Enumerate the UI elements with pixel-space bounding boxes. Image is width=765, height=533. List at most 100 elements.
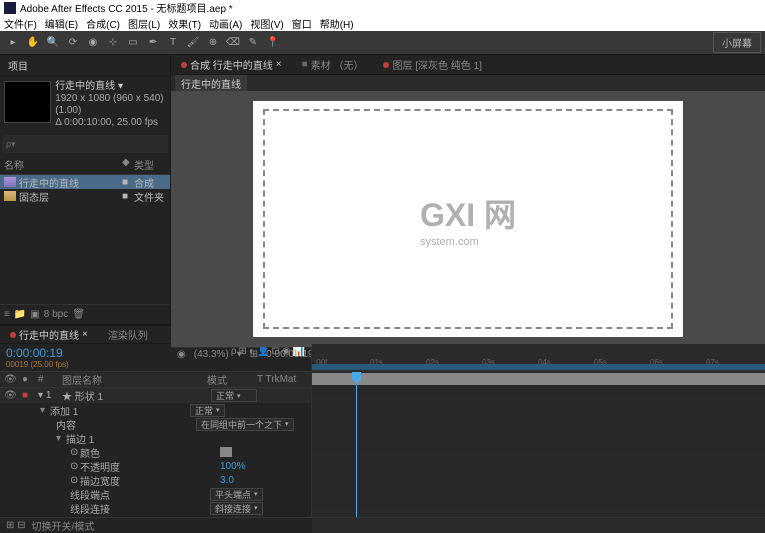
pen-tool[interactable]: ✒ xyxy=(144,34,162,52)
item-type: 合成 xyxy=(134,175,166,190)
delete-btn[interactable]: 🗑 xyxy=(72,309,85,320)
prop-color[interactable]: ⊙颜色 xyxy=(0,445,311,459)
menu-edit[interactable]: 编辑(E) xyxy=(45,16,78,31)
project-panel: 项目 行走中的直线 ▾ 1920 x 1080 (960 x 540) (1.0… xyxy=(0,55,171,324)
visibility-toggle[interactable]: 👁 xyxy=(4,390,22,401)
main-area: 项目 行走中的直线 ▾ 1920 x 1080 (960 x 540) (1.0… xyxy=(0,55,765,324)
layer-bar[interactable] xyxy=(312,373,765,385)
eraser-tool[interactable]: ⌫ xyxy=(224,34,242,52)
viewer-tab-footage[interactable]: ■素材 （无） xyxy=(296,55,370,74)
prop-stroke-width[interactable]: ⊙描边宽度3.0 xyxy=(0,473,311,487)
work-area-bar[interactable] xyxy=(312,364,765,370)
prop-stroke-group[interactable]: ▾描边 1 xyxy=(0,431,311,445)
zoom-slider[interactable] xyxy=(312,518,765,533)
comp-resolution: 1920 x 1080 (960 x 540) (1.00) xyxy=(55,93,166,117)
app-icon xyxy=(4,2,16,14)
workspace-selector[interactable]: 小屏幕 xyxy=(713,32,761,53)
folder-icon xyxy=(4,191,16,201)
timeline-panel: 行走中的直线× 渲染队列 0:00:00:19 00019 (25.00 fps… xyxy=(0,324,765,533)
comp-nav-item[interactable]: 行走中的直线 xyxy=(175,75,247,92)
project-info: 行走中的直线 ▾ 1920 x 1080 (960 x 540) (1.00) … xyxy=(0,77,170,133)
interpret-btn[interactable]: ≡ xyxy=(4,309,10,320)
rotate-tool[interactable]: ⟳ xyxy=(64,34,82,52)
rect-tool[interactable]: ▭ xyxy=(124,34,142,52)
text-tool[interactable]: T xyxy=(164,34,182,52)
blend-mode[interactable]: 正常 xyxy=(211,389,257,402)
col-trkmat[interactable]: T TrkMat xyxy=(257,374,307,385)
comp-name: 行走中的直线 ▾ xyxy=(55,81,166,93)
timeline-ruler-area[interactable]: :00f 01s 02s 03s 04s 05s 06s 07s xyxy=(312,344,765,371)
col-visibility[interactable]: 👁 xyxy=(4,374,22,385)
title-bar: Adobe After Effects CC 2015 - 无标题项目.aep … xyxy=(0,0,765,15)
timeline-icons: ρ ⊞ ◐ 👤 ⊡ ◉ 📊 xyxy=(225,344,311,371)
anchor-tool[interactable]: ⊹ xyxy=(104,34,122,52)
prop-path[interactable]: 内容在同组中前一个之下 xyxy=(0,417,311,431)
prop-line-cap[interactable]: 线段端点平头端点 xyxy=(0,487,311,501)
col-blend-mode[interactable]: 模式 xyxy=(207,372,257,387)
timecode-display[interactable]: 0:00:00:19 00019 (25.00 fps) xyxy=(0,344,75,371)
project-search[interactable]: ρ▾ xyxy=(2,135,168,153)
comp-icon xyxy=(4,177,16,187)
menu-animation[interactable]: 动画(A) xyxy=(209,16,242,31)
comp-nav: 行走中的直线 xyxy=(171,75,765,91)
project-item-folder[interactable]: 固态层 ■ 文件夹 xyxy=(0,189,170,203)
comp-mini-btn[interactable]: ⊞ xyxy=(239,346,247,369)
layer-columns: 👁 ● # 图层名称 模式 T TrkMat xyxy=(0,372,311,388)
project-list: 行走中的直线 ■ 合成 固态层 ■ 文件夹 xyxy=(0,175,170,304)
viewer-tab-comp[interactable]: 合成 行走中的直线× xyxy=(175,55,288,74)
menu-bar: 文件(F) 编辑(E) 合成(C) 图层(L) 效果(T) 动画(A) 视图(V… xyxy=(0,15,765,31)
frame-blend-btn[interactable]: ⊡ xyxy=(271,346,279,369)
prop-trim[interactable]: ▾添加 1正常 xyxy=(0,403,311,417)
menu-help[interactable]: 帮助(H) xyxy=(320,16,354,31)
pin-tool[interactable]: 📍 xyxy=(264,34,282,52)
viewer-tab-layer[interactable]: 图层 [深灰色 纯色 1] xyxy=(377,55,487,74)
menu-window[interactable]: 窗口 xyxy=(292,16,312,31)
col-label[interactable]: ◆ xyxy=(122,157,134,172)
graph-editor-btn[interactable]: 📊 xyxy=(293,346,305,369)
timeline-tab-comp[interactable]: 行走中的直线× xyxy=(4,325,94,344)
brush-tool[interactable]: 🖌 xyxy=(184,34,202,52)
viewer-canvas[interactable]: GXI 网system.com xyxy=(171,91,765,347)
project-item-comp[interactable]: 行走中的直线 ■ 合成 xyxy=(0,175,170,189)
timeline-footer: ⊞ ⊟ 切换开关/模式 xyxy=(0,517,765,533)
timeline-header: 0:00:00:19 00019 (25.00 fps) ρ ⊞ ◐ 👤 ⊡ ◉… xyxy=(0,344,765,372)
comp-info-text: 行走中的直线 ▾ 1920 x 1080 (960 x 540) (1.00) … xyxy=(55,81,166,129)
layer-1[interactable]: 👁 ■ ▾ 1 ★ 形状 1 正常 xyxy=(0,388,311,403)
playhead[interactable] xyxy=(356,372,357,517)
project-list-header: 名称 ◆ 类型 xyxy=(0,155,170,175)
prop-opacity[interactable]: ⊙不透明度100% xyxy=(0,459,311,473)
col-layer-name[interactable]: 图层名称 xyxy=(62,372,207,387)
shy-btn[interactable]: 👤 xyxy=(257,346,269,369)
toolbar: ▸ ✋ 🔍 ⟳ ◉ ⊹ ▭ ✒ T 🖌 ⊕ ⌫ ✎ 📍 小屏幕 xyxy=(0,31,765,55)
menu-view[interactable]: 视图(V) xyxy=(250,16,283,31)
toggle-modes-label[interactable]: 切换开关/模式 xyxy=(32,518,95,533)
prop-line-join[interactable]: 线段连接斜接连接 xyxy=(0,501,311,515)
search-icon[interactable]: ρ xyxy=(231,346,237,369)
project-footer: ≡ 📁 ▣ 8 bpc 🗑 xyxy=(0,304,170,324)
item-name: 行走中的直线 xyxy=(19,175,122,190)
project-tab[interactable]: 项目 xyxy=(0,55,170,77)
draft-3d-btn[interactable]: ◐ xyxy=(249,346,255,369)
menu-effect[interactable]: 效果(T) xyxy=(168,16,201,31)
toggle-switches-btn[interactable]: ⊞ ⊟ xyxy=(6,520,26,531)
timeline-tracks[interactable] xyxy=(312,372,765,517)
clone-tool[interactable]: ⊕ xyxy=(204,34,222,52)
selection-tool[interactable]: ▸ xyxy=(4,34,22,52)
hand-tool[interactable]: ✋ xyxy=(24,34,42,52)
composition-view xyxy=(253,101,683,337)
motion-blur-btn[interactable]: ◉ xyxy=(282,346,291,369)
timeline-tab-render[interactable]: 渲染队列 xyxy=(102,325,154,344)
menu-composition[interactable]: 合成(C) xyxy=(86,16,120,31)
zoom-tool[interactable]: 🔍 xyxy=(44,34,62,52)
roto-tool[interactable]: ✎ xyxy=(244,34,262,52)
bpc-indicator[interactable]: 8 bpc xyxy=(44,309,68,320)
col-type[interactable]: 类型 xyxy=(134,157,166,172)
time-ruler[interactable]: :00f 01s 02s 03s 04s 05s 06s 07s xyxy=(312,344,765,372)
new-comp-btn[interactable]: ▣ xyxy=(30,309,39,320)
layer-list: 👁 ● # 图层名称 模式 T TrkMat 👁 ■ ▾ 1 ★ 形状 1 正常… xyxy=(0,372,312,517)
menu-file[interactable]: 文件(F) xyxy=(4,16,37,31)
camera-tool[interactable]: ◉ xyxy=(84,34,102,52)
col-name[interactable]: 名称 xyxy=(4,157,122,172)
new-folder-btn[interactable]: 📁 xyxy=(14,309,26,320)
menu-layer[interactable]: 图层(L) xyxy=(128,16,160,31)
